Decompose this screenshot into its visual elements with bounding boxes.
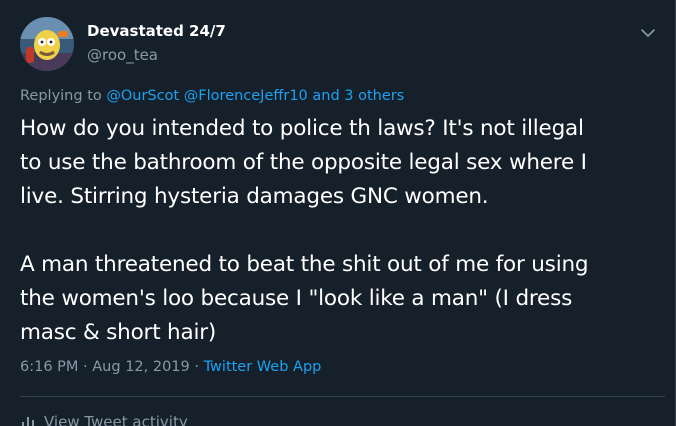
meta-separator: · <box>194 359 199 375</box>
tweet-line: live. Stirring hysteria damages GNC wome… <box>20 184 489 209</box>
view-tweet-activity-label: View Tweet activity <box>44 413 188 426</box>
tweet-line: A man threatened to beat the shit out of… <box>20 252 589 277</box>
tweet-meta: 6:16 PM · Aug 12, 2019 · Twitter Web App <box>20 357 321 377</box>
divider <box>20 396 665 397</box>
tweet-line: the women's loo because I "look like a m… <box>20 286 573 311</box>
tweet-line: masc & short hair) <box>20 320 217 345</box>
avatar[interactable] <box>20 17 74 71</box>
tweet-line: How do you intended to police th laws? I… <box>20 116 584 141</box>
mention-others-link[interactable]: and 3 others <box>312 88 404 104</box>
view-tweet-activity-link[interactable]: View Tweet activity <box>20 412 188 426</box>
tweet-source-link[interactable]: Twitter Web App <box>204 359 322 375</box>
bar-chart-icon <box>22 417 34 426</box>
meta-separator: · <box>83 359 88 375</box>
avatar-icon <box>20 17 74 71</box>
reply-context: Replying to @OurScot @FlorenceJeffr10 an… <box>20 86 404 106</box>
display-name[interactable]: Devastated 24/7 <box>87 21 226 41</box>
tweet-text: How do you intended to police th laws? I… <box>20 112 665 350</box>
tweet-date[interactable]: Aug 12, 2019 <box>92 359 190 375</box>
replying-to-label: Replying to <box>20 88 102 104</box>
mention-florencejeffr10[interactable]: @FlorenceJeffr10 <box>184 88 308 104</box>
mention-ourscot[interactable]: @OurScot <box>106 88 179 104</box>
tweet-card: Devastated 24/7 @roo_tea Replying to @Ou… <box>0 0 676 426</box>
user-handle[interactable]: @roo_tea <box>87 45 158 65</box>
tweet-menu-button[interactable] <box>637 22 659 44</box>
tweet-line: to use the bathroom of the opposite lega… <box>20 150 587 175</box>
chevron-down-icon <box>641 29 655 37</box>
tweet-time[interactable]: 6:16 PM <box>20 359 78 375</box>
